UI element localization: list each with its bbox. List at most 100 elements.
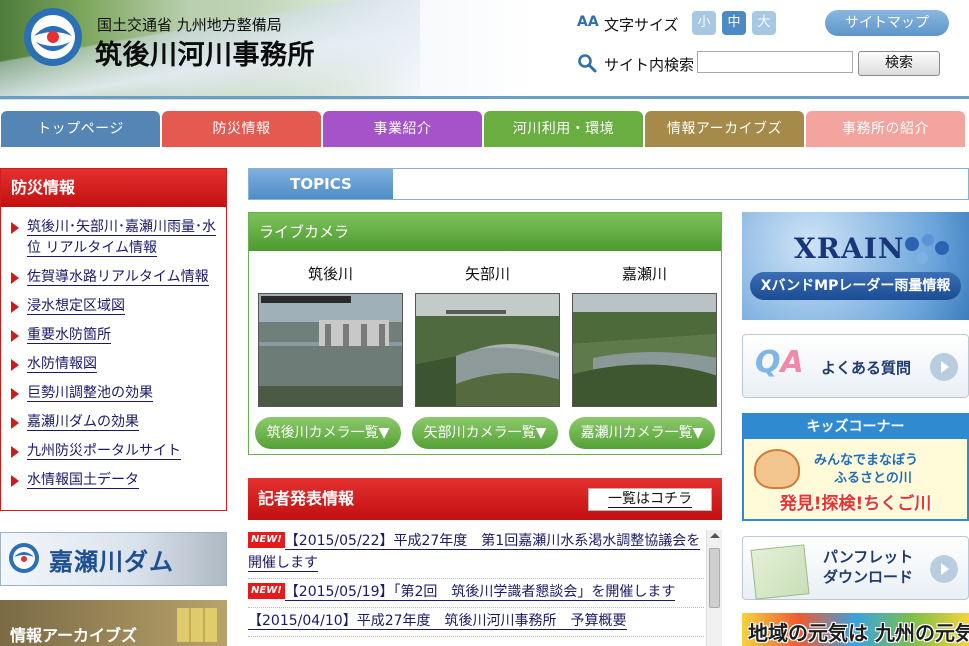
kasegawa-dam-banner[interactable]: 嘉瀬川ダム — [0, 532, 227, 586]
arrow-right-icon — [11, 388, 19, 400]
camera-image-chikugo[interactable] — [258, 293, 403, 407]
agency-name: 国土交通省 九州地方整備局 — [97, 16, 282, 34]
bousai-link[interactable]: 筑後川･矢部川･嘉瀬川雨量･水位 リアルタイム情報 — [27, 219, 216, 257]
list-item: 九州防災ポータルサイト — [11, 441, 222, 462]
list-item: 嘉瀬川ダムの効果 — [11, 412, 222, 433]
live-camera-panel: ライブカメラ 筑後川 筑後川カメラ一覧▼ 矢部川 矢部川カメラ一覧▼ 嘉瀬川 嘉… — [248, 212, 722, 455]
nav-office[interactable]: 事務所の紹介 — [806, 111, 965, 147]
kase-camera-list-button[interactable]: 嘉瀬川カメラ一覧▼ — [569, 417, 715, 449]
bousai-link[interactable]: 巨勢川調整池の効果 — [27, 385, 153, 402]
arrow-right-icon — [11, 359, 19, 371]
search-label: サイト内検索 — [604, 56, 695, 74]
list-item: 水防情報図 — [11, 354, 222, 375]
kids-slogan: 発見!探検!ちくご川 — [779, 494, 932, 514]
sitemap-button[interactable]: サイトマップ — [825, 10, 949, 36]
search-button[interactable]: 検索 — [858, 51, 940, 76]
kids-tagline-1: みんなでまなぼう — [814, 453, 919, 468]
press-link[interactable]: 【2015/04/10】平成27年度 筑後川河川事務所 予算概要 — [248, 613, 627, 630]
arrow-right-icon — [11, 417, 19, 429]
bousai-link[interactable]: 重要水防箇所 — [27, 327, 111, 344]
arrow-right-icon — [11, 301, 19, 313]
kids-corner-title: キッズコーナー — [744, 415, 967, 439]
chikugo-camera-list-button[interactable]: 筑後川カメラ一覧▼ — [255, 417, 401, 449]
bousai-link[interactable]: 浸水想定区域図 — [27, 298, 125, 315]
camera-yabe: 矢部川 矢部川カメラ一覧▼ — [412, 263, 560, 449]
archive-banner-text: 情報アーカイブズ — [10, 626, 138, 645]
camera-chikugo: 筑後川 筑後川カメラ一覧▼ — [255, 263, 403, 449]
bousai-link[interactable]: 水防情報図 — [27, 356, 97, 373]
kids-character-illustration — [754, 449, 800, 489]
pamphlet-icon — [750, 544, 810, 600]
font-size-label: 文字サイズ — [604, 16, 679, 34]
arrow-right-icon — [11, 330, 19, 342]
xrain-logo: XRAIN — [794, 232, 905, 265]
yabe-camera-list-button[interactable]: 矢部川カメラ一覧▼ — [412, 417, 558, 449]
kids-tagline-2: ふるさとの川 — [834, 471, 912, 486]
header-divider — [0, 96, 969, 99]
press-item: 【2015/04/10】平成27年度 筑後川河川事務所 予算概要 — [248, 608, 704, 637]
kyushu-genki-banner[interactable]: 地域の元気は 九州の元気 — [742, 613, 969, 646]
font-size-icon: AA — [577, 14, 599, 30]
bousai-panel: 防災情報 筑後川･矢部川･嘉瀬川雨量･水位 リアルタイム情報 佐賀導水路リアルタ… — [0, 168, 227, 511]
nav-jigyou[interactable]: 事業紹介 — [323, 111, 482, 147]
arrow-right-icon — [930, 353, 958, 381]
new-badge: NEW! — [248, 532, 285, 548]
nav-bousai[interactable]: 防災情報 — [162, 111, 321, 147]
font-size-medium-button[interactable]: 中 — [722, 11, 746, 35]
office-name[interactable]: 筑後川河川事務所 — [95, 33, 315, 72]
camera-image-kase[interactable] — [572, 293, 717, 407]
scroll-thumb[interactable] — [709, 548, 720, 608]
global-nav: トップページ 防災情報 事業紹介 河川利用・環境 情報アーカイブズ 事務所の紹介 — [0, 111, 969, 147]
press-link[interactable]: 【2015/05/19】「第2回 筑後川学識者懇談会」を開催します — [284, 584, 676, 601]
mlit-logo[interactable] — [22, 6, 84, 68]
pamphlet-banner[interactable]: パンフレット ダウンロード — [742, 536, 969, 600]
dam-logo-icon — [9, 543, 39, 573]
bousai-link[interactable]: 水情報国土データ — [27, 472, 139, 489]
rain-drops-icon — [905, 234, 957, 265]
pamphlet-line-2: ダウンロード — [823, 568, 914, 586]
press-list-label: 一覧はコチラ — [608, 491, 692, 508]
camera-name: 筑後川 — [307, 265, 353, 283]
list-item: 巨勢川調整池の効果 — [11, 383, 222, 404]
press-item: NEW! 【2015/05/22】平成27年度 第1回嘉瀬川水系渇水調整協議会を開… — [248, 528, 704, 579]
tab-topics[interactable]: TOPICS — [249, 169, 393, 199]
dam-banner-text: 嘉瀬川ダム — [49, 548, 174, 576]
camera-image-yabe[interactable] — [415, 293, 560, 407]
list-item: 浸水想定区域図 — [11, 296, 222, 317]
camera-name: 矢部川 — [464, 265, 510, 283]
genki-text: 地域の元気は 九州の元気 — [748, 621, 969, 645]
press-release-list: NEW! 【2015/05/22】平成27年度 第1回嘉瀬川水系渇水調整協議会を開… — [248, 528, 722, 646]
live-camera-title: ライブカメラ — [249, 213, 721, 251]
archive-decoration — [177, 608, 217, 642]
font-size-large-button[interactable]: 大 — [752, 11, 776, 35]
xrain-banner[interactable]: XRAIN XバンドMPレーダー雨量情報 — [742, 212, 969, 320]
arrow-right-icon — [930, 555, 958, 583]
faq-banner[interactable]: QA よくある質問 — [742, 334, 969, 398]
list-item: 筑後川･矢部川･嘉瀬川雨量･水位 リアルタイム情報 — [11, 217, 222, 259]
press-list-button[interactable]: 一覧はコチラ — [588, 488, 712, 511]
nav-top[interactable]: トップページ — [1, 111, 160, 147]
scroll-up-icon[interactable] — [710, 533, 720, 538]
font-size-small-button[interactable]: 小 — [692, 11, 716, 35]
search-icon — [578, 54, 597, 73]
nav-archives[interactable]: 情報アーカイブズ — [645, 111, 804, 147]
bousai-link[interactable]: 佐賀導水路リアルタイム情報 — [27, 269, 209, 286]
bousai-link[interactable]: 嘉瀬川ダムの効果 — [27, 414, 139, 431]
bousai-link[interactable]: 九州防災ポータルサイト — [27, 443, 181, 460]
kids-corner-banner[interactable]: キッズコーナー みんなでまなぼう ふるさとの川 発見!探検!ちくご川 — [742, 413, 969, 521]
press-scrollbar[interactable] — [706, 530, 722, 646]
list-item: 水情報国土データ — [11, 470, 222, 491]
qa-icon: QA — [755, 345, 804, 380]
camera-kase: 嘉瀬川 嘉瀬川カメラ一覧▼ — [569, 263, 717, 449]
archive-banner[interactable]: 情報アーカイブズ — [0, 600, 227, 646]
search-input[interactable] — [697, 51, 853, 73]
pamphlet-line-1: パンフレット — [823, 548, 914, 566]
bousai-title: 防災情報 — [1, 169, 226, 207]
nav-kasen-riyou[interactable]: 河川利用・環境 — [484, 111, 643, 147]
arrow-right-icon — [11, 446, 19, 458]
list-item: 重要水防箇所 — [11, 325, 222, 346]
press-link[interactable]: 【2015/05/22】平成27年度 第1回嘉瀬川水系渇水調整協議会を開催します — [248, 533, 701, 572]
arrow-right-icon — [11, 222, 19, 234]
bousai-list: 筑後川･矢部川･嘉瀬川雨量･水位 リアルタイム情報 佐賀導水路リアルタイム情報 … — [1, 207, 226, 491]
arrow-right-icon — [11, 272, 19, 284]
